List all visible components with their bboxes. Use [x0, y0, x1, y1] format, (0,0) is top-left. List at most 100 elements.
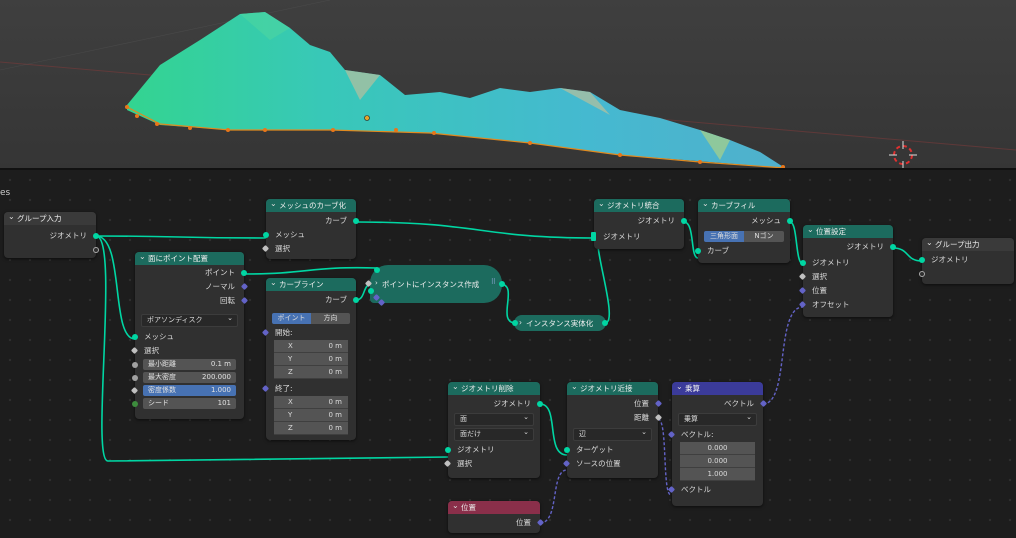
- curve-line-mode-toggle[interactable]: ポイント 方向: [272, 313, 350, 324]
- triangles-mode-button[interactable]: 三角形面: [704, 231, 744, 242]
- empty-socket[interactable]: [919, 271, 925, 277]
- distribute-points-title[interactable]: 面にポイント配置: [135, 250, 244, 265]
- geometry-socket[interactable]: [93, 233, 99, 239]
- geometry-output-socket[interactable]: [602, 320, 608, 326]
- group-output-node[interactable]: グループ出力 ジオメトリ: [919, 236, 1014, 284]
- geometry-output[interactable]: ジオメトリ: [594, 214, 687, 228]
- position-output[interactable]: 位置: [448, 516, 545, 530]
- group-input-empty-output[interactable]: [4, 243, 99, 257]
- geometry-socket[interactable]: [353, 297, 359, 303]
- realize-instances-node[interactable]: › インスタンス実体化: [514, 315, 606, 331]
- position-input[interactable]: 位置: [798, 284, 893, 298]
- target-element-dropdown[interactable]: 辺: [573, 427, 652, 441]
- start-input[interactable]: 開始:: [261, 326, 356, 340]
- geometry-input[interactable]: ジオメトリ: [800, 256, 893, 270]
- selection-input[interactable]: 選択: [130, 344, 244, 358]
- vector-b-input[interactable]: ベクトル: [667, 483, 763, 497]
- geometry-output[interactable]: ジオメトリ: [448, 397, 543, 411]
- selection-input[interactable]: 選択: [443, 457, 540, 471]
- geometry-socket[interactable]: [800, 260, 806, 266]
- curve-line-title[interactable]: カーブライン: [266, 276, 356, 291]
- delete-geometry-title[interactable]: ジオメトリ削除: [448, 380, 540, 395]
- vector-multiply-title[interactable]: 乗算: [672, 380, 763, 395]
- geometry-input[interactable]: ジオメトリ: [919, 253, 1014, 267]
- end-input[interactable]: 終了:: [261, 382, 356, 396]
- group-input-geometry-output[interactable]: ジオメトリ: [4, 229, 99, 243]
- min-distance-field[interactable]: 最小距離 0.1 m: [132, 359, 236, 370]
- mode-points-button[interactable]: ポイント: [272, 313, 311, 324]
- empty-socket[interactable]: [93, 247, 99, 253]
- domain-dropdown[interactable]: 面: [454, 412, 534, 426]
- position-output[interactable]: 位置: [567, 397, 663, 411]
- join-geometry-title[interactable]: ジオメトリ統合: [594, 197, 684, 212]
- mesh-output[interactable]: メッシュ: [698, 214, 793, 228]
- density-factor-field[interactable]: 密度係数 1.000: [130, 385, 236, 396]
- geometry-socket[interactable]: [919, 257, 925, 263]
- geometry-input[interactable]: ジオメトリ: [591, 230, 684, 244]
- instance-socket[interactable]: [368, 288, 374, 294]
- geometry-output[interactable]: ジオメトリ: [803, 240, 896, 254]
- end-x-field[interactable]: X 0 m: [274, 396, 348, 409]
- float-socket[interactable]: [132, 374, 138, 381]
- end-y-field[interactable]: Y 0 m: [274, 409, 348, 422]
- vector-z-field[interactable]: 1.000: [680, 468, 755, 481]
- distance-output[interactable]: 距離: [567, 411, 663, 425]
- geometry-node-editor[interactable]: es グループ入力 ジオメトリ メッシュのカーブ化 カーブ メッシュ 選択 面に…: [0, 170, 1016, 538]
- distribute-points-node[interactable]: 面にポイント配置 ポイント ノーマル 回転 ポアソンディスク メッシュ 選択 最…: [130, 250, 249, 419]
- geometry-input[interactable]: ジオメトリ: [445, 443, 540, 457]
- geometry-socket[interactable]: [681, 218, 687, 224]
- multi-input-socket[interactable]: [591, 232, 596, 241]
- join-geometry-node[interactable]: ジオメトリ統合 ジオメトリ ジオメトリ: [591, 197, 687, 249]
- set-position-node[interactable]: 位置設定 ジオメトリ ジオメトリ 選択 位置 オフセット: [798, 223, 896, 317]
- points-input-socket[interactable]: [374, 267, 380, 273]
- curve-input[interactable]: カーブ: [695, 244, 790, 258]
- position-title[interactable]: 位置: [448, 499, 540, 514]
- start-x-field[interactable]: X 0 m: [274, 340, 348, 353]
- geometry-socket[interactable]: [132, 334, 138, 340]
- geometry-socket[interactable]: [787, 218, 793, 224]
- instance-on-points-node[interactable]: ポイントにインスタンス作成 › ⠿: [370, 265, 502, 303]
- set-position-title[interactable]: 位置設定: [803, 223, 893, 238]
- distribution-mode-dropdown[interactable]: ポアソンディスク: [141, 313, 238, 327]
- source-position-input[interactable]: ソースの位置: [562, 457, 658, 471]
- vector-output[interactable]: ベクトル: [672, 397, 768, 411]
- normal-output[interactable]: ノーマル: [135, 280, 249, 294]
- mesh-input[interactable]: メッシュ: [132, 330, 244, 344]
- drag-handle-icon[interactable]: ⠿: [491, 278, 496, 286]
- max-density-field[interactable]: 最大密度 200.000: [132, 372, 236, 383]
- geometry-socket[interactable]: [564, 447, 570, 453]
- geometry-socket[interactable]: [445, 447, 451, 453]
- geometry-socket[interactable]: [695, 248, 701, 254]
- mesh-input[interactable]: メッシュ: [263, 228, 356, 242]
- end-z-field[interactable]: Z 0 m: [274, 422, 348, 435]
- mode-dropdown[interactable]: 面だけ: [454, 427, 534, 441]
- mesh-to-curve-node[interactable]: メッシュのカーブ化 カーブ メッシュ 選択: [261, 197, 359, 259]
- float-socket[interactable]: [132, 361, 138, 368]
- integer-socket[interactable]: [132, 400, 138, 407]
- selection-input[interactable]: 選択: [261, 242, 356, 256]
- delete-geometry-node[interactable]: ジオメトリ削除 ジオメトリ 面 面だけ ジオメトリ 選択: [443, 380, 543, 478]
- operation-dropdown[interactable]: 乗算: [678, 412, 757, 426]
- start-y-field[interactable]: Y 0 m: [274, 353, 348, 366]
- fill-curve-title[interactable]: カーブフィル: [698, 197, 790, 212]
- collapse-chevron-icon[interactable]: ›: [519, 318, 522, 327]
- geometry-proximity-title[interactable]: ジオメトリ近接: [567, 380, 658, 395]
- geometry-socket[interactable]: [241, 270, 247, 276]
- instances-output-socket[interactable]: [499, 281, 505, 287]
- selection-input[interactable]: 選択: [798, 270, 893, 284]
- seed-field[interactable]: シード 101: [132, 398, 236, 409]
- vector-x-field[interactable]: 0.000: [680, 442, 755, 455]
- fill-mode-toggle[interactable]: 三角形面 Nゴン: [704, 231, 784, 242]
- curve-line-node[interactable]: カーブライン カーブ ポイント 方向 開始: X 0 m Y 0 m Z 0 m 終了…: [261, 276, 359, 440]
- geometry-socket[interactable]: [537, 401, 543, 407]
- vector-multiply-node[interactable]: 乗算 ベクトル 乗算 ベクトル: 0.000 0.000 1.000 ベクトル: [667, 380, 768, 506]
- vector-a-input[interactable]: ベクトル:: [667, 428, 763, 442]
- curve-output[interactable]: カーブ: [266, 214, 359, 228]
- ngons-mode-button[interactable]: Nゴン: [744, 231, 784, 242]
- group-input-title[interactable]: グループ入力: [4, 210, 96, 225]
- geometry-input-socket[interactable]: [512, 320, 518, 326]
- mesh-to-curve-title[interactable]: メッシュのカーブ化: [266, 197, 356, 212]
- collapse-chevron-icon[interactable]: ›: [375, 279, 378, 287]
- offset-input[interactable]: オフセット: [798, 298, 893, 312]
- vector-y-field[interactable]: 0.000: [680, 455, 755, 468]
